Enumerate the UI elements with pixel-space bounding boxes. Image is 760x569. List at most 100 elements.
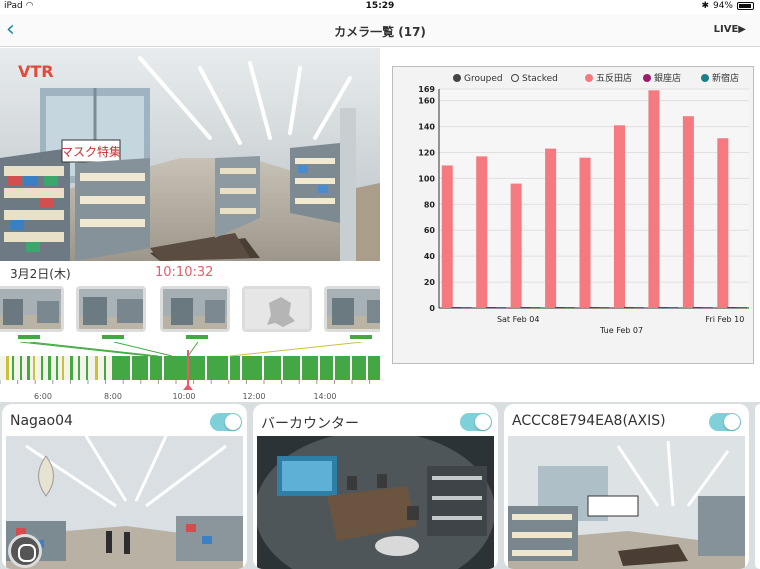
camera-preview[interactable]	[508, 436, 745, 569]
y-tick-label-1: 20	[424, 278, 436, 287]
bar-2-8	[737, 307, 748, 308]
bar-1-1	[486, 307, 497, 308]
bar-0-3	[545, 148, 557, 308]
thumbnail-2[interactable]	[76, 286, 146, 332]
vtr-badge: VTR	[18, 62, 54, 81]
camera-toggle[interactable]	[460, 413, 492, 431]
bar-2-6	[668, 307, 679, 308]
sales-chart: Grouped Stacked 五反田店 銀座店 新宿店 0 20 40 60 80 100 120 1…	[418, 72, 749, 335]
timeline-track[interactable]	[0, 341, 380, 392]
live-button[interactable]: LIVE▶	[714, 24, 746, 35]
thumbnail-strip[interactable]	[0, 286, 380, 342]
thumbnail-placeholder[interactable]	[242, 286, 312, 332]
bar-0-7	[682, 116, 694, 308]
camera-name: Nagao04	[10, 413, 73, 429]
thumbnail-3-marker	[186, 335, 208, 339]
bar-0-0	[441, 165, 453, 308]
bar-1-7	[692, 307, 703, 308]
bar-2-3	[564, 307, 575, 308]
legend-grouped-label: Grouped	[464, 74, 503, 84]
bar-0-1	[476, 156, 488, 308]
store-camera-image: マスク特集	[0, 48, 380, 261]
camera-card-next[interactable]	[755, 404, 760, 569]
playback-date-row: 3月2日(木) 10:10:32	[0, 261, 380, 285]
legend-swatch-2	[701, 74, 709, 82]
thumbnail-5[interactable]	[324, 286, 380, 332]
legend-grouped-radio	[453, 74, 461, 82]
bar-2-1	[496, 307, 506, 308]
legend-swatch-1	[643, 74, 651, 82]
camera-name: ACCC8E794EA8(AXIS)	[512, 413, 666, 429]
camera-card-0[interactable]: Nagao04	[2, 404, 247, 569]
app-window: iPad ◠ 15:29 ✱ 94% ‹ カメラ一覧 (17) LIVE▶ マス…	[0, 0, 760, 569]
y-tick-label-0: 0	[429, 304, 435, 313]
playback-time: 10:10:32	[155, 265, 214, 280]
y-tick-label-3: 60	[424, 226, 436, 235]
camera-list: Nagao04 バーカウンター ACCC8E794EA8(AXIS)	[0, 402, 760, 569]
bar-0-6	[648, 90, 660, 308]
camera-toggle[interactable]	[210, 413, 242, 431]
video-player[interactable]: マスク特集 VTR	[0, 48, 380, 261]
record-button[interactable]	[8, 534, 42, 568]
bar-0-8	[717, 138, 729, 308]
clock: 15:29	[365, 1, 395, 11]
bluetooth-icon: ✱	[701, 1, 709, 11]
camera-preview[interactable]	[257, 436, 494, 569]
bar-1-0	[451, 307, 462, 308]
timeline-playhead-handle[interactable]	[183, 384, 193, 390]
legend-series-1: 銀座店	[654, 72, 681, 84]
bar-1-5	[623, 307, 634, 308]
battery-percent: 94%	[712, 1, 733, 11]
bar-2-2	[530, 307, 541, 308]
x-tick-label-2: Fri Feb 10	[705, 315, 744, 324]
thumbnail-3[interactable]	[160, 286, 230, 332]
y-tick-label-9: 169	[418, 85, 435, 94]
sales-chart-panel: Grouped Stacked 五反田店 銀座店 新宿店 0 20 40 60 80 100 120 1…	[392, 66, 754, 364]
legend-stacked-label: Stacked	[522, 74, 558, 84]
camera-card-1[interactable]: バーカウンター	[253, 404, 498, 569]
timeline-tick-3: 12:00	[242, 392, 266, 401]
legend-swatch-0	[585, 74, 593, 82]
x-tick-label-0: Sat Feb 04	[497, 315, 540, 324]
camera-name: バーカウンター	[261, 416, 359, 432]
camera-card-2[interactable]: ACCC8E794EA8(AXIS)	[504, 404, 749, 569]
legend-series-2: 新宿店	[712, 72, 739, 84]
bar-2-0	[461, 307, 472, 308]
bar-1-6	[658, 307, 669, 308]
y-tick-label-6: 120	[418, 148, 435, 157]
y-tick-label-2: 40	[424, 252, 436, 261]
timeline-tick-0: 6:00	[34, 392, 52, 401]
status-bar: iPad ◠ 15:29 ✱ 94%	[0, 0, 760, 14]
timeline-tick-1: 8:00	[104, 392, 122, 401]
timeline-tick-2: 10:00	[172, 392, 196, 401]
playback-date[interactable]: 3月2日(木)	[10, 265, 71, 282]
status-right: ✱ 94%	[701, 1, 754, 11]
bar-2-4	[599, 307, 610, 308]
page-title: カメラ一覧 (17)	[334, 25, 426, 39]
y-tick-label-7: 140	[418, 123, 435, 132]
legend-series-0: 五反田店	[596, 72, 632, 84]
navigation-bar: ‹ カメラ一覧 (17) LIVE▶	[0, 14, 760, 47]
svg-text:マスク特集: マスク特集	[61, 144, 121, 159]
bar-1-4	[589, 307, 600, 308]
timeline-tick-4: 14:00	[313, 392, 337, 401]
thumbnail-1[interactable]	[0, 286, 64, 332]
battery-icon	[737, 2, 754, 10]
bar-2-7	[702, 307, 713, 308]
bar-0-2	[510, 183, 522, 308]
bar-2-5	[633, 307, 644, 308]
bar-1-3	[555, 307, 565, 308]
bar-0-5	[613, 125, 625, 308]
legend-stacked-radio	[511, 74, 519, 82]
bar-1-2	[520, 307, 531, 308]
bar-1-8	[727, 307, 738, 308]
thumbnail-5-marker	[350, 335, 372, 339]
y-tick-label-5: 100	[418, 174, 435, 183]
camera-toggle[interactable]	[709, 413, 741, 431]
x-tick-label-1: Tue Feb 07	[599, 326, 643, 335]
thumbnail-1-marker	[18, 335, 40, 339]
bar-0-4	[579, 157, 591, 308]
thumbnail-2-marker	[102, 335, 124, 339]
timeline[interactable]: 6:00 8:00 10:00 12:00 14:00	[0, 341, 380, 402]
y-tick-label-8: 160	[418, 97, 435, 106]
